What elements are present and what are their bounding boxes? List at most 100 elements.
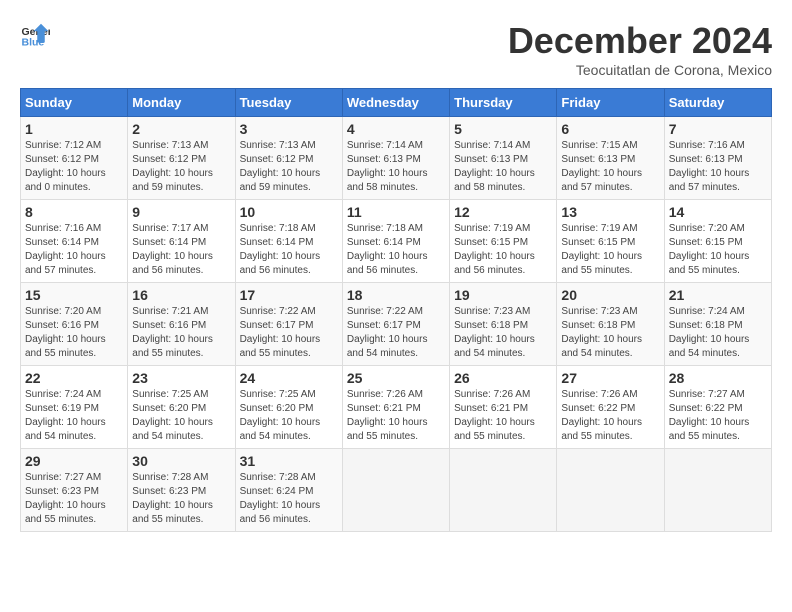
calendar-cell: 25 Sunrise: 7:26 AMSunset: 6:21 PMDayligh…	[342, 366, 449, 449]
day-number: 6	[561, 121, 659, 137]
calendar-cell: 20 Sunrise: 7:23 AMSunset: 6:18 PMDayligh…	[557, 283, 664, 366]
day-number: 24	[240, 370, 338, 386]
day-detail: Sunrise: 7:21 AMSunset: 6:16 PMDaylight:…	[132, 305, 230, 361]
calendar-cell: 5 Sunrise: 7:14 AMSunset: 6:13 PMDaylight…	[450, 117, 557, 200]
page-header: General Blue December 2024 Teocuitatlan …	[20, 20, 772, 78]
day-detail: Sunrise: 7:24 AMSunset: 6:18 PMDaylight:…	[669, 305, 767, 361]
day-number: 10	[240, 204, 338, 220]
calendar-cell: 14 Sunrise: 7:20 AMSunset: 6:15 PMDayligh…	[664, 200, 771, 283]
day-number: 20	[561, 287, 659, 303]
day-detail: Sunrise: 7:22 AMSunset: 6:17 PMDaylight:…	[240, 305, 338, 361]
day-number: 29	[25, 453, 123, 469]
day-detail: Sunrise: 7:28 AMSunset: 6:24 PMDaylight:…	[240, 471, 338, 527]
day-detail: Sunrise: 7:26 AMSunset: 6:21 PMDaylight:…	[454, 388, 552, 444]
day-number: 30	[132, 453, 230, 469]
day-number: 27	[561, 370, 659, 386]
day-number: 5	[454, 121, 552, 137]
day-detail: Sunrise: 7:25 AMSunset: 6:20 PMDaylight:…	[240, 388, 338, 444]
calendar-cell: 8 Sunrise: 7:16 AMSunset: 6:14 PMDaylight…	[21, 200, 128, 283]
calendar-cell: 9Sunrise: 7:17 AMSunset: 6:14 PMDaylight…	[128, 200, 235, 283]
day-detail: Sunrise: 7:16 AMSunset: 6:13 PMDaylight:…	[669, 139, 767, 195]
calendar-cell: 23 Sunrise: 7:25 AMSunset: 6:20 PMDayligh…	[128, 366, 235, 449]
calendar-cell: 27 Sunrise: 7:26 AMSunset: 6:22 PMDayligh…	[557, 366, 664, 449]
logo-icon: General Blue	[20, 20, 50, 50]
day-number: 3	[240, 121, 338, 137]
day-number: 12	[454, 204, 552, 220]
day-number: 7	[669, 121, 767, 137]
day-detail: Sunrise: 7:15 AMSunset: 6:13 PMDaylight:…	[561, 139, 659, 195]
day-detail: Sunrise: 7:13 AMSunset: 6:12 PMDaylight:…	[240, 139, 338, 195]
day-number: 17	[240, 287, 338, 303]
calendar-week-row: 15Sunrise: 7:20 AMSunset: 6:16 PMDayligh…	[21, 283, 772, 366]
calendar-week-row: 1Sunrise: 7:12 AMSunset: 6:12 PMDaylight…	[21, 117, 772, 200]
calendar-cell: 17 Sunrise: 7:22 AMSunset: 6:17 PMDayligh…	[235, 283, 342, 366]
day-detail: Sunrise: 7:18 AMSunset: 6:14 PMDaylight:…	[240, 222, 338, 278]
day-number: 31	[240, 453, 338, 469]
day-number: 2	[132, 121, 230, 137]
day-detail: Sunrise: 7:22 AMSunset: 6:17 PMDaylight:…	[347, 305, 445, 361]
calendar-cell: 19 Sunrise: 7:23 AMSunset: 6:18 PMDayligh…	[450, 283, 557, 366]
day-detail: Sunrise: 7:13 AMSunset: 6:12 PMDaylight:…	[132, 139, 230, 195]
day-detail: Sunrise: 7:16 AMSunset: 6:14 PMDaylight:…	[25, 222, 123, 278]
day-number: 19	[454, 287, 552, 303]
day-detail: Sunrise: 7:23 AMSunset: 6:18 PMDaylight:…	[561, 305, 659, 361]
day-detail: Sunrise: 7:20 AMSunset: 6:16 PMDaylight:…	[25, 305, 123, 361]
day-detail: Sunrise: 7:19 AMSunset: 6:15 PMDaylight:…	[561, 222, 659, 278]
weekday-header-tuesday: Tuesday	[235, 89, 342, 117]
day-number: 23	[132, 370, 230, 386]
day-number: 9	[132, 204, 230, 220]
calendar-subtitle: Teocuitatlan de Corona, Mexico	[508, 62, 772, 78]
weekday-header-thursday: Thursday	[450, 89, 557, 117]
day-number: 13	[561, 204, 659, 220]
day-detail: Sunrise: 7:19 AMSunset: 6:15 PMDaylight:…	[454, 222, 552, 278]
calendar-cell: 3 Sunrise: 7:13 AMSunset: 6:12 PMDaylight…	[235, 117, 342, 200]
calendar-cell	[342, 449, 449, 532]
day-number: 8	[25, 204, 123, 220]
calendar-week-row: 29Sunrise: 7:27 AMSunset: 6:23 PMDayligh…	[21, 449, 772, 532]
calendar-title: December 2024	[508, 20, 772, 62]
weekday-header-wednesday: Wednesday	[342, 89, 449, 117]
calendar-cell: 4Sunrise: 7:14 AMSunset: 6:13 PMDaylight…	[342, 117, 449, 200]
day-number: 16	[132, 287, 230, 303]
day-detail: Sunrise: 7:20 AMSunset: 6:15 PMDaylight:…	[669, 222, 767, 278]
day-number: 1	[25, 121, 123, 137]
calendar-cell: 10 Sunrise: 7:18 AMSunset: 6:14 PMDayligh…	[235, 200, 342, 283]
calendar-cell: 18 Sunrise: 7:22 AMSunset: 6:17 PMDayligh…	[342, 283, 449, 366]
day-number: 25	[347, 370, 445, 386]
calendar-cell: 11 Sunrise: 7:18 AMSunset: 6:14 PMDayligh…	[342, 200, 449, 283]
day-detail: Sunrise: 7:24 AMSunset: 6:19 PMDaylight:…	[25, 388, 123, 444]
calendar-cell: 7 Sunrise: 7:16 AMSunset: 6:13 PMDaylight…	[664, 117, 771, 200]
weekday-header-monday: Monday	[128, 89, 235, 117]
calendar-cell: 15Sunrise: 7:20 AMSunset: 6:16 PMDayligh…	[21, 283, 128, 366]
day-number: 4	[347, 121, 445, 137]
weekday-header-sunday: Sunday	[21, 89, 128, 117]
day-detail: Sunrise: 7:14 AMSunset: 6:13 PMDaylight:…	[454, 139, 552, 195]
calendar-week-row: 8 Sunrise: 7:16 AMSunset: 6:14 PMDaylight…	[21, 200, 772, 283]
day-detail: Sunrise: 7:27 AMSunset: 6:22 PMDaylight:…	[669, 388, 767, 444]
calendar-cell: 29Sunrise: 7:27 AMSunset: 6:23 PMDayligh…	[21, 449, 128, 532]
calendar-cell: 28 Sunrise: 7:27 AMSunset: 6:22 PMDayligh…	[664, 366, 771, 449]
calendar-cell: 2 Sunrise: 7:13 AMSunset: 6:12 PMDaylight…	[128, 117, 235, 200]
day-detail: Sunrise: 7:18 AMSunset: 6:14 PMDaylight:…	[347, 222, 445, 278]
day-number: 22	[25, 370, 123, 386]
day-detail: Sunrise: 7:26 AMSunset: 6:22 PMDaylight:…	[561, 388, 659, 444]
weekday-header-saturday: Saturday	[664, 89, 771, 117]
day-detail: Sunrise: 7:26 AMSunset: 6:21 PMDaylight:…	[347, 388, 445, 444]
weekday-header-friday: Friday	[557, 89, 664, 117]
day-number: 18	[347, 287, 445, 303]
calendar-cell: 22 Sunrise: 7:24 AMSunset: 6:19 PMDayligh…	[21, 366, 128, 449]
calendar-table: SundayMondayTuesdayWednesdayThursdayFrid…	[20, 88, 772, 532]
calendar-cell: 1Sunrise: 7:12 AMSunset: 6:12 PMDaylight…	[21, 117, 128, 200]
day-number: 11	[347, 204, 445, 220]
calendar-cell: 30 Sunrise: 7:28 AMSunset: 6:23 PMDayligh…	[128, 449, 235, 532]
day-detail: Sunrise: 7:25 AMSunset: 6:20 PMDaylight:…	[132, 388, 230, 444]
day-number: 14	[669, 204, 767, 220]
calendar-cell	[450, 449, 557, 532]
calendar-cell: 24 Sunrise: 7:25 AMSunset: 6:20 PMDayligh…	[235, 366, 342, 449]
day-detail: Sunrise: 7:28 AMSunset: 6:23 PMDaylight:…	[132, 471, 230, 527]
day-detail: Sunrise: 7:23 AMSunset: 6:18 PMDaylight:…	[454, 305, 552, 361]
calendar-cell: 16 Sunrise: 7:21 AMSunset: 6:16 PMDayligh…	[128, 283, 235, 366]
day-number: 28	[669, 370, 767, 386]
day-number: 21	[669, 287, 767, 303]
calendar-week-row: 22 Sunrise: 7:24 AMSunset: 6:19 PMDayligh…	[21, 366, 772, 449]
